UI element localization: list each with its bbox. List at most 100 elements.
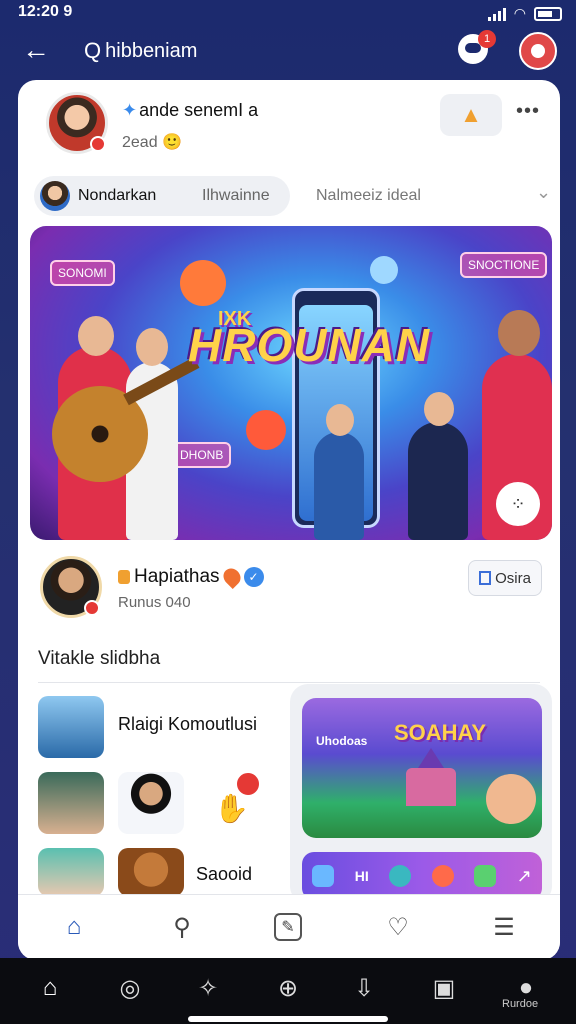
hero-image[interactable]: SONOMI SNOCTIONE DHONB HROUNAN IXK ⁘: [30, 226, 552, 540]
back-arrow-icon[interactable]: ←: [22, 34, 50, 66]
bubble-decoration: [370, 256, 398, 284]
channel-action-label: Osira: [495, 569, 531, 587]
list-thumbnail: [38, 772, 104, 834]
trend-icon[interactable]: ↗: [517, 866, 532, 887]
more-options-icon[interactable]: •••: [516, 100, 540, 123]
compass-icon[interactable]: ✧: [190, 970, 226, 1006]
chip-name: Nondarkan: [78, 187, 157, 204]
person-head: [424, 392, 454, 426]
dots-icon: ⁘: [510, 493, 526, 514]
messages-badge: 1: [478, 30, 496, 48]
explore-icon[interactable]: ◎: [112, 970, 148, 1006]
chevron-down-icon[interactable]: ⌄: [536, 182, 551, 203]
search-icon: Q: [84, 38, 102, 63]
edit-icon[interactable]: ✎: [274, 913, 302, 941]
like-button[interactable]: ▲: [440, 94, 502, 136]
feed-card: ✦ ande senemI a 2ead 🙂 ▲ ••• Nondarkan Il…: [18, 80, 560, 960]
person-head: [326, 404, 354, 436]
app-icon[interactable]: [312, 865, 335, 887]
user-chip[interactable]: Nondarkan Ilhwainne: [34, 176, 290, 216]
home-icon[interactable]: ⌂: [32, 970, 68, 1006]
list-thumbnail: [118, 772, 184, 834]
play-orb-decoration: [246, 410, 286, 450]
thumbs-up-icon: ▲: [460, 102, 482, 127]
neon-sign-left: SONOMI: [50, 260, 115, 286]
apps-card[interactable]: HI ↗: [302, 852, 542, 900]
list-thumbnail: [38, 696, 104, 758]
kid-image: [486, 774, 536, 824]
search-icon[interactable]: ⚲: [166, 911, 198, 943]
orb-decoration: [180, 260, 226, 306]
chip-row: Nondarkan Ilhwainne Nalmeeiz ideal ⌄: [18, 176, 560, 220]
post-header: ✦ ande senemI a 2ead 🙂 ▲ •••: [18, 80, 560, 168]
post-time: 2ead 🙂: [122, 132, 182, 152]
list-thumbnail: [38, 848, 104, 896]
person-head: [498, 310, 540, 356]
hero-action-button[interactable]: ⁘: [496, 482, 540, 526]
neon-sign-right: SNOCTIONE: [460, 252, 548, 278]
neon-sign-bottom: DHONB: [172, 442, 232, 468]
author-avatar-badge: [90, 136, 106, 152]
game-subtitle: Uhodoas: [316, 734, 368, 748]
profile-avatar-button[interactable]: [519, 32, 557, 70]
apps-card-label: HI: [354, 868, 369, 884]
profile-label: Rurdoe: [502, 998, 539, 1010]
menu-icon[interactable]: ☰: [488, 911, 520, 943]
game-card[interactable]: Uhodoas SOAHAY: [302, 698, 542, 838]
bird-icon: ✦: [122, 100, 138, 120]
person-head: [136, 328, 168, 366]
signal-icon: [487, 7, 506, 21]
hero-small-art: IXK: [218, 308, 252, 330]
list-item[interactable]: ✋: [38, 770, 288, 838]
bottom-tab-bar: ⌂ ⚲ ✎ ♡ ☰: [18, 894, 560, 960]
search-box[interactable]: Q hibbeniam: [84, 38, 197, 64]
author-name[interactable]: ✦ ande senemI a: [122, 100, 258, 121]
app-icon[interactable]: [431, 865, 454, 887]
app-icon[interactable]: [389, 865, 412, 887]
system-nav-bar: ⌂ ◎ ✧ ⊕ ⇩ ▣ ● Rurdoe: [0, 958, 576, 1024]
post-time-text: 2ead: [122, 134, 158, 151]
status-icons: ◠: [487, 5, 562, 22]
tag-icon: [118, 570, 130, 584]
side-panel: Uhodoas SOAHAY HI ↗: [290, 684, 552, 904]
list-item[interactable]: Rlaigi Komoutlusi: [38, 696, 288, 762]
castle-image: [406, 748, 456, 806]
chip-avatar: [40, 181, 70, 211]
channel-name[interactable]: Hapiathas ✓: [118, 564, 264, 590]
channel-row: Hapiathas ✓ Runus 040 Osira: [18, 550, 560, 620]
notification-icon[interactable]: [234, 770, 262, 798]
status-bar: 12:20 9 ◠: [0, 0, 576, 26]
chip-right-text[interactable]: Nalmeeiz ideal: [316, 187, 421, 205]
status-time: 12:20 9: [18, 3, 73, 20]
smile-emoji-icon: 🙂: [162, 134, 182, 151]
section-title: Vitakle slidbha: [38, 648, 161, 669]
home-indicator[interactable]: [188, 1016, 388, 1022]
channel-subtitle: Runus 040: [118, 594, 191, 611]
square-icon: [479, 571, 492, 585]
person-head: [78, 316, 114, 356]
heart-icon[interactable]: ♡: [382, 911, 414, 943]
author-name-text: ande senemI a: [139, 100, 259, 120]
list-item-label: Rlaigi Komoutlusi: [118, 714, 258, 734]
list-thumbnail: [118, 848, 184, 896]
person-in-phone: [314, 404, 364, 540]
list-item[interactable]: Saooid: [38, 848, 288, 898]
add-icon[interactable]: ⊕: [270, 970, 306, 1006]
battery-icon: [534, 6, 562, 21]
wifi-icon: ◠: [513, 5, 526, 21]
fire-icon: [219, 564, 244, 590]
camera-icon[interactable]: ▣: [426, 970, 462, 1006]
list-item-label: Saooid: [196, 864, 253, 884]
home-icon[interactable]: ⌂: [58, 911, 90, 943]
top-bar: ← Q hibbeniam 1: [0, 28, 576, 74]
download-icon[interactable]: ⇩: [346, 970, 382, 1006]
channel-action-button[interactable]: Osira: [468, 560, 542, 596]
game-title: SOAHAY: [394, 720, 487, 745]
channel-avatar-badge: [84, 600, 100, 616]
verified-icon: ✓: [243, 567, 264, 587]
chip-subtitle: Ilhwainne: [202, 187, 270, 204]
person-suit: [408, 392, 468, 540]
divider: [38, 682, 540, 683]
search-text: hibbeniam: [105, 39, 198, 62]
music-icon[interactable]: [474, 865, 497, 887]
